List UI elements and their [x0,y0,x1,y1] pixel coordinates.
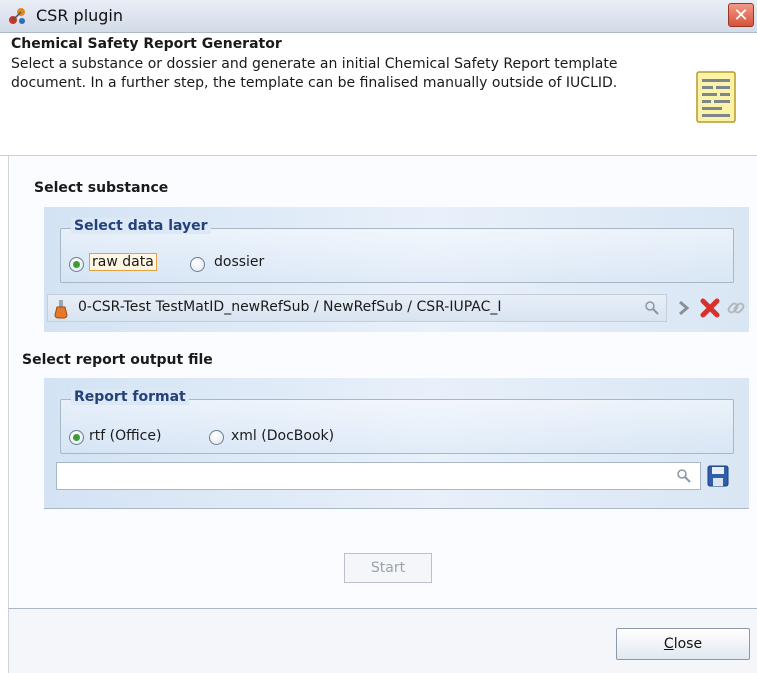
output-file-input[interactable] [56,462,701,490]
window-close-button[interactable]: ✕ [728,3,754,27]
window-title: CSR plugin [36,6,124,25]
dialog-header: Chemical Safety Report Generator Select … [0,33,757,156]
report-document-icon [696,71,736,123]
dialog-footer: Close [8,608,757,673]
navigate-arrow-icon[interactable] [672,295,696,321]
start-button[interactable]: Start [344,553,432,583]
data-layer-legend: Select data layer [71,218,211,234]
report-format-legend: Report format [71,389,189,405]
radio-raw-data-circle[interactable] [69,257,84,272]
radio-rtf-circle[interactable] [69,430,84,445]
magnifier-icon[interactable] [677,469,691,483]
substance-reference-field[interactable]: 0-CSR-Test TestMatID_newRefSub / NewRefS… [47,294,667,322]
radio-raw-data-label[interactable]: raw data [89,253,157,271]
radio-dossier-circle[interactable] [190,257,205,272]
magnifier-icon[interactable] [645,301,659,315]
radio-dossier-label[interactable]: dossier [214,254,264,270]
close-button[interactable]: Close [616,628,750,660]
header-description: Select a substance or dossier and genera… [11,56,618,91]
report-format-group: Report format [60,389,734,454]
radio-xml-label[interactable]: xml (DocBook) [231,428,334,444]
select-output-title: Select report output file [22,352,213,368]
remove-red-x-icon[interactable] [698,295,722,321]
radio-xml-circle[interactable] [209,430,224,445]
flask-icon [54,300,68,319]
window-titlebar: CSR plugin ✕ [0,0,757,33]
data-layer-group: Select data layer [60,218,734,283]
chain-link-icon[interactable] [724,295,748,321]
radio-rtf-label[interactable]: rtf (Office) [89,428,161,444]
header-title: Chemical Safety Report Generator [11,36,282,52]
substance-reference-text: 0-CSR-Test TestMatID_newRefSub / NewRefS… [78,299,502,315]
floppy-disk-icon[interactable] [706,463,730,489]
csr-plugin-icon [9,8,25,24]
select-substance-title: Select substance [34,180,169,196]
